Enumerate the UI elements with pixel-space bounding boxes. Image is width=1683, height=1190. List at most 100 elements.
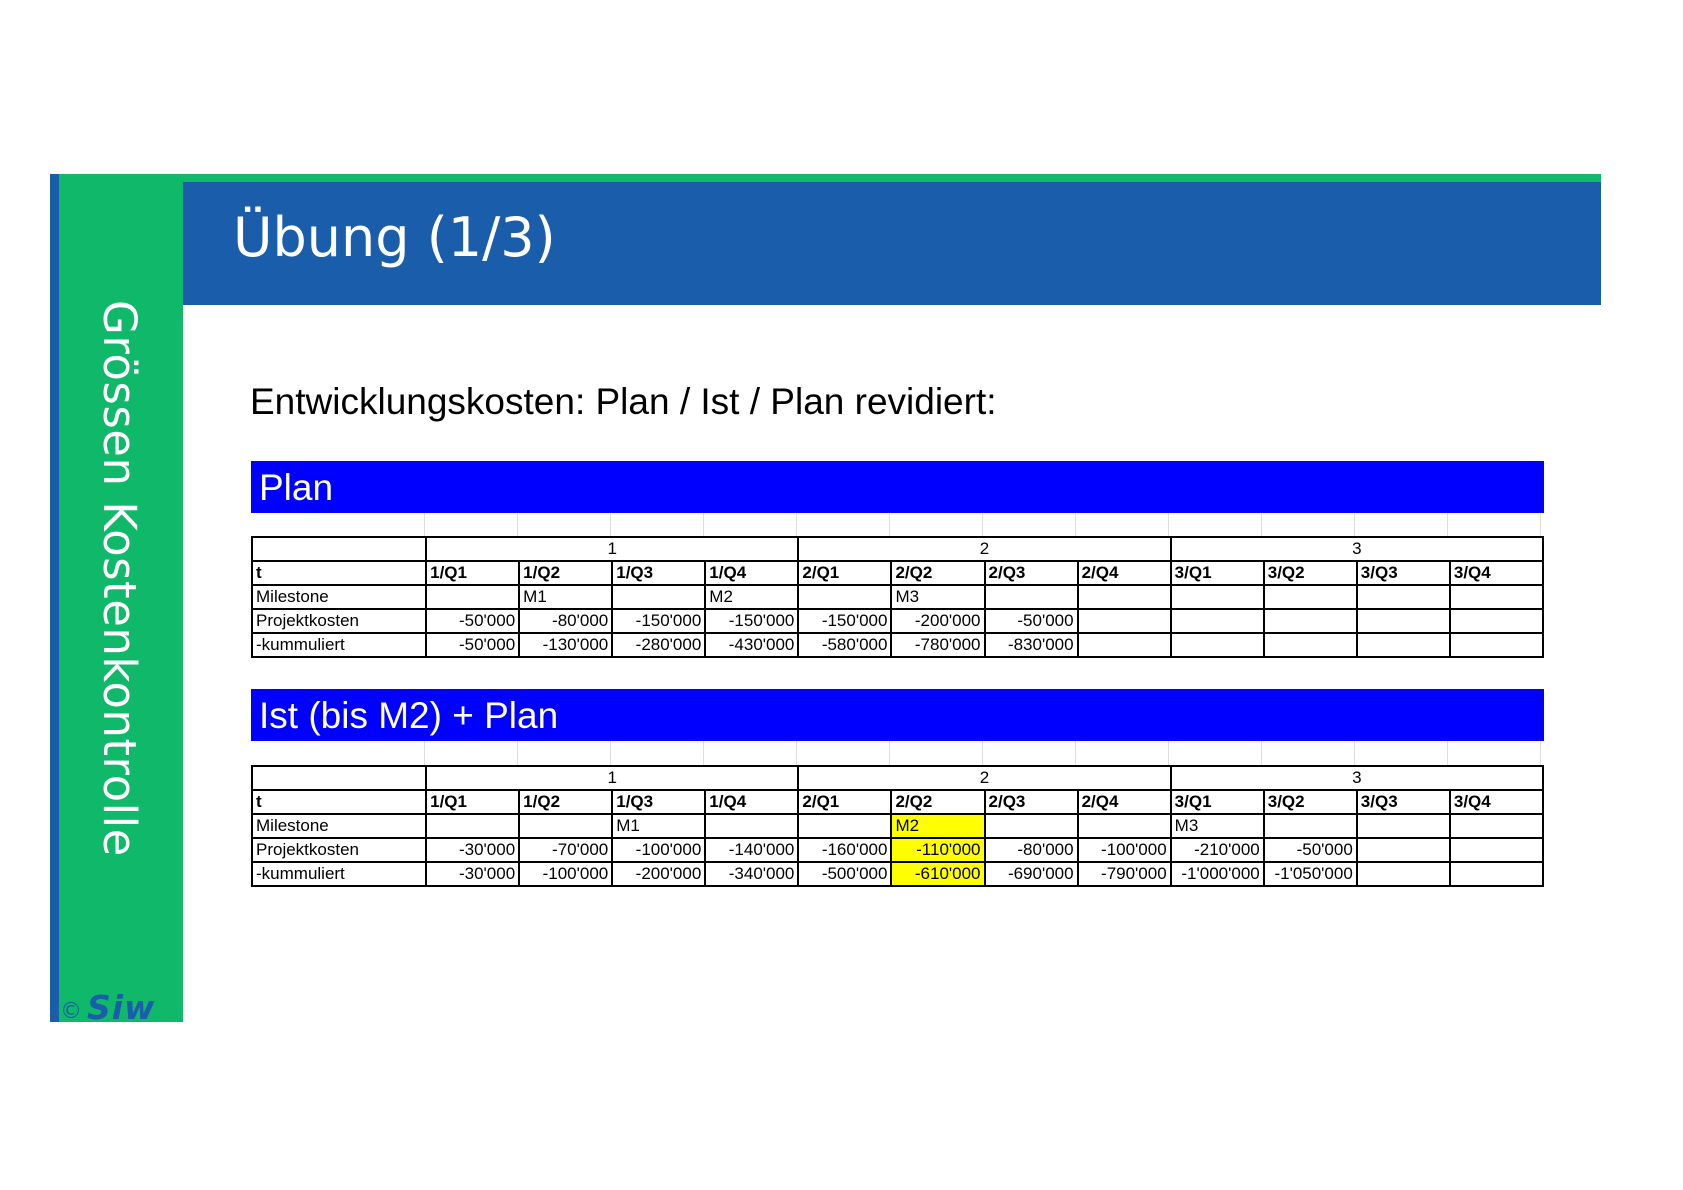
column-header: 1/Q4 (704, 560, 800, 586)
row-label: -kummuliert (250, 632, 428, 658)
column-header: 2/Q1 (797, 560, 893, 586)
table-cell (1076, 632, 1172, 658)
ist-plan-table: 1 2 3 t 1/Q1 1/Q2 1/Q3 1/Q4 2/Q1 2/Q2 2/Q3 2/Q4 3/Q1… (250, 765, 1545, 887)
table-cell: -50'000 (425, 632, 521, 658)
row-label: -kummuliert (250, 861, 428, 887)
spacer-cell (1169, 513, 1262, 537)
year-row: 123 (250, 536, 1545, 562)
table-cell (1355, 584, 1451, 610)
table-cell: -200'000 (890, 608, 986, 634)
table-cell: M1 (611, 813, 707, 839)
table-cell (1355, 632, 1451, 658)
plan-table: 1 2 3 t 1/Q1 1/Q2 1/Q3 1/Q4 2/Q1 2/Q2 2/Q3 2/Q4 3/Q1… (250, 536, 1545, 658)
table-cell (518, 813, 614, 839)
year-header: 2 (797, 765, 1172, 791)
spacer-cell (797, 513, 890, 537)
column-header: 1/Q4 (704, 789, 800, 815)
spacer-cell (983, 741, 1076, 765)
table-cell (1076, 584, 1172, 610)
table-cell (1355, 608, 1451, 634)
table-cell (1262, 608, 1358, 634)
table-cell: -30'000 (425, 861, 521, 887)
column-header: 3/Q2 (1262, 789, 1358, 815)
spacer-cell (1355, 741, 1448, 765)
column-header: t (250, 560, 428, 586)
column-header: 2/Q4 (1076, 560, 1172, 586)
table-cell (1355, 861, 1451, 887)
table-cell (1355, 813, 1451, 839)
table-cell: M3 (890, 584, 986, 610)
column-header: t (250, 789, 428, 815)
table-cell (704, 813, 800, 839)
table-cell: -690'000 (983, 861, 1079, 887)
table-cell: -50'000 (425, 608, 521, 634)
spacer-cell (797, 741, 890, 765)
table-cell: -110'000 (890, 837, 986, 863)
column-header: 1/Q3 (611, 560, 707, 586)
table-cell: -150'000 (704, 608, 800, 634)
table-cell (1076, 608, 1172, 634)
table-cell (797, 584, 893, 610)
year-header: 3 (1169, 536, 1545, 562)
column-header: 3/Q1 (1169, 560, 1265, 586)
column-header: 3/Q2 (1262, 560, 1358, 586)
table-cell: M1 (518, 584, 614, 610)
section-label: Ist (bis M2) + Plan (259, 695, 559, 736)
year-header: 1 (425, 765, 800, 791)
spacer-grid (251, 513, 1544, 537)
spacer-cell (1448, 513, 1541, 537)
column-header: 2/Q1 (797, 789, 893, 815)
spacer-cell (518, 513, 611, 537)
column-header: 2/Q4 (1076, 789, 1172, 815)
spacer-grid (251, 741, 1544, 765)
column-header: 2/Q2 (890, 560, 986, 586)
table-cell (425, 584, 521, 610)
table-cell (1448, 813, 1545, 839)
spacer-cell (983, 513, 1076, 537)
column-header: 2/Q3 (983, 560, 1079, 586)
quarter-header-row: t 1/Q1 1/Q2 1/Q3 1/Q4 2/Q1 2/Q2 2/Q3 2/Q4 3/Q1 3/Q… (250, 560, 1545, 586)
table-cell: -50'000 (1262, 837, 1358, 863)
header-accent-line (183, 174, 1601, 182)
row-label: Milestone (250, 813, 428, 839)
table-cell (1169, 632, 1265, 658)
row-label: Projektkosten (250, 837, 428, 863)
table-cell (1355, 837, 1451, 863)
table-cell: -70'000 (518, 837, 614, 863)
year-header: 3 (1169, 765, 1545, 791)
row-label: Projektkosten (250, 608, 428, 634)
column-header: 3/Q3 (1355, 789, 1451, 815)
table-cell: -830'000 (983, 632, 1079, 658)
year-header: 1 (425, 536, 800, 562)
spacer-cell (1355, 513, 1448, 537)
table-cell (1169, 584, 1265, 610)
spacer-cell (1262, 741, 1355, 765)
spacer-cell (611, 741, 704, 765)
spacer-cell (704, 513, 797, 537)
table-cell: -610'000 (890, 861, 986, 887)
table-cell (983, 813, 1079, 839)
spacer-cell (425, 741, 518, 765)
table-cell: -1'050'000 (1262, 861, 1358, 887)
table-cell: -430'000 (704, 632, 800, 658)
siw-logo: Siw (87, 988, 156, 1027)
table-cell: -150'000 (797, 608, 893, 634)
table-cell: -1'000'000 (1169, 861, 1265, 887)
subtitle: Entwicklungskosten: Plan / Ist / Plan re… (250, 381, 997, 422)
spacer-cell (251, 741, 425, 765)
table-cell (1169, 608, 1265, 634)
table-cell: -30'000 (425, 837, 521, 863)
table-cell: -100'000 (518, 861, 614, 887)
table-cell: -280'000 (611, 632, 707, 658)
column-header: 2/Q3 (983, 789, 1079, 815)
table-cell (1262, 813, 1358, 839)
table-row: -kummuliert -30'000 -100'000 -200'000 -340'0… (250, 861, 1545, 887)
table-cell (1448, 861, 1545, 887)
table-cell: -790'000 (1076, 861, 1172, 887)
year-row: 123 (250, 765, 1545, 791)
page-title: Übung (1/3) (233, 206, 556, 269)
table-cell (425, 813, 521, 839)
section-bar-ist: Ist (bis M2) + Plan (251, 689, 1544, 741)
column-header: 3/Q4 (1448, 789, 1545, 815)
table-cell: -50'000 (983, 608, 1079, 634)
